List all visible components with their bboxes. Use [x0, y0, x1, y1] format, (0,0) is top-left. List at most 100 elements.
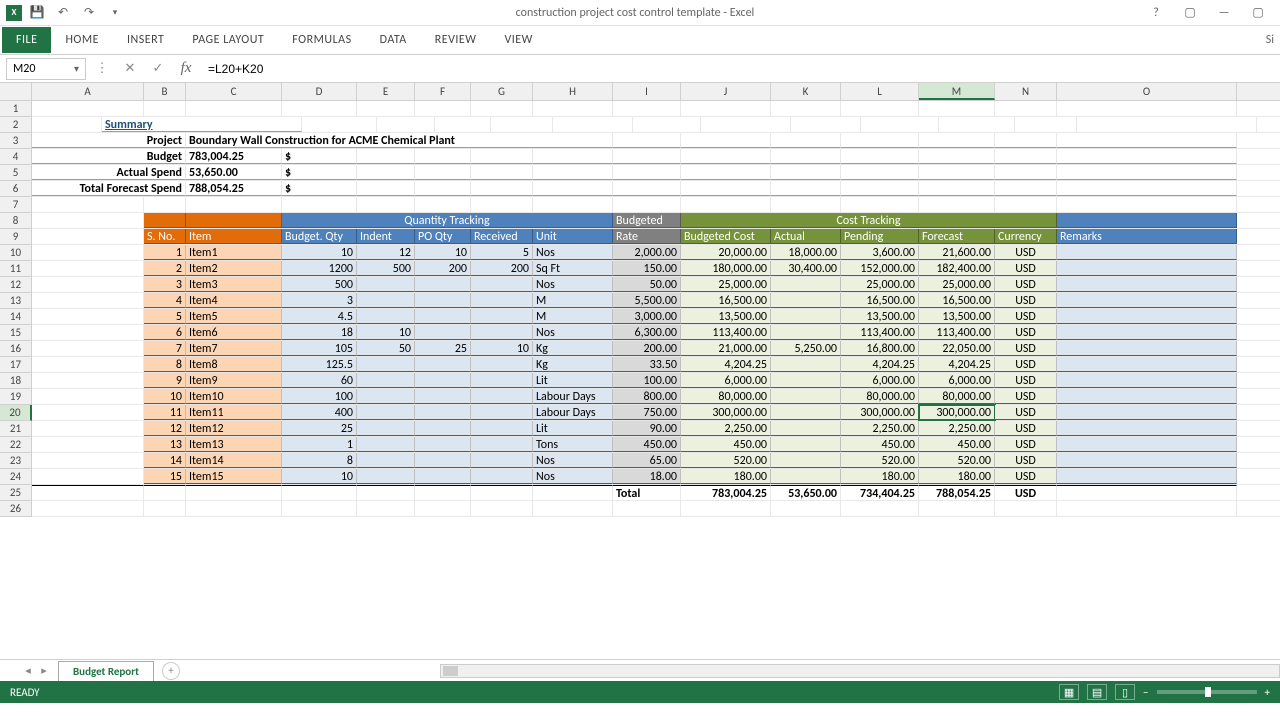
- cell[interactable]: [841, 133, 919, 148]
- data-cell[interactable]: 16,500.00: [681, 293, 771, 308]
- data-cell[interactable]: [471, 453, 533, 468]
- cell[interactable]: [681, 101, 771, 116]
- cell[interactable]: 783,004.25: [681, 485, 771, 500]
- tab-review[interactable]: REVIEW: [421, 27, 491, 53]
- data-cell[interactable]: [357, 437, 415, 452]
- data-cell[interactable]: [1057, 453, 1237, 468]
- cell[interactable]: [681, 197, 771, 212]
- cell[interactable]: [613, 165, 681, 180]
- data-cell[interactable]: 3,000.00: [613, 309, 681, 324]
- cell[interactable]: [861, 117, 939, 132]
- data-cell[interactable]: 50: [357, 341, 415, 356]
- data-cell[interactable]: [415, 437, 471, 452]
- data-cell[interactable]: [471, 469, 533, 484]
- cell[interactable]: [533, 485, 613, 500]
- qat-dropdown-icon[interactable]: ▾: [104, 2, 126, 24]
- row-header-26[interactable]: 26: [0, 501, 32, 517]
- data-cell[interactable]: Item5: [186, 309, 282, 324]
- cell[interactable]: [32, 325, 144, 340]
- cell[interactable]: USD: [995, 485, 1057, 500]
- data-cell[interactable]: 100: [282, 389, 357, 404]
- data-cell[interactable]: Item1: [186, 245, 282, 260]
- cell[interactable]: [186, 101, 282, 116]
- fx-icon[interactable]: fx: [174, 58, 198, 80]
- row-header-5[interactable]: 5: [0, 165, 32, 181]
- row-header-11[interactable]: 11: [0, 261, 32, 277]
- cell[interactable]: [939, 117, 1015, 132]
- data-cell[interactable]: 10: [144, 389, 186, 404]
- data-cell[interactable]: USD: [995, 325, 1057, 340]
- data-cell[interactable]: 13,500.00: [841, 309, 919, 324]
- row-header-17[interactable]: 17: [0, 357, 32, 373]
- cell[interactable]: [32, 229, 144, 244]
- data-cell[interactable]: 100.00: [613, 373, 681, 388]
- cell[interactable]: [32, 341, 144, 356]
- data-cell[interactable]: 5,250.00: [771, 341, 841, 356]
- row-header-13[interactable]: 13: [0, 293, 32, 309]
- cell[interactable]: [32, 421, 144, 436]
- data-cell[interactable]: [357, 373, 415, 388]
- cell[interactable]: [32, 357, 144, 372]
- row-header-7[interactable]: 7: [0, 197, 32, 213]
- data-cell[interactable]: Item14: [186, 453, 282, 468]
- col-header-J[interactable]: J: [681, 83, 771, 100]
- data-cell[interactable]: [1057, 421, 1237, 436]
- col-header-H[interactable]: H: [533, 83, 613, 100]
- data-cell[interactable]: Sq Ft: [533, 261, 613, 276]
- cell[interactable]: [144, 101, 186, 116]
- cell[interactable]: [32, 469, 144, 484]
- data-cell[interactable]: 2,000.00: [613, 245, 681, 260]
- data-cell[interactable]: Lit: [533, 373, 613, 388]
- data-cell[interactable]: 1: [144, 245, 186, 260]
- cell[interactable]: [681, 165, 771, 180]
- cell[interactable]: [701, 117, 791, 132]
- cell[interactable]: [282, 501, 357, 516]
- data-cell[interactable]: [415, 277, 471, 292]
- data-cell[interactable]: [357, 293, 415, 308]
- data-cell[interactable]: [1057, 357, 1237, 372]
- data-cell[interactable]: Tons: [533, 437, 613, 452]
- data-cell[interactable]: Kg: [533, 341, 613, 356]
- data-cell[interactable]: 10: [415, 245, 471, 260]
- data-cell[interactable]: [357, 453, 415, 468]
- cell[interactable]: [32, 405, 144, 420]
- row-header-8[interactable]: 8: [0, 213, 32, 229]
- cell[interactable]: [533, 197, 613, 212]
- cell[interactable]: [1057, 181, 1237, 196]
- data-cell[interactable]: [471, 421, 533, 436]
- col-header-O[interactable]: O: [1057, 83, 1237, 100]
- cell[interactable]: [357, 165, 415, 180]
- data-cell[interactable]: 18,000.00: [771, 245, 841, 260]
- col-header-I[interactable]: I: [613, 83, 681, 100]
- row-header-20[interactable]: 20: [0, 405, 32, 421]
- data-cell[interactable]: USD: [995, 341, 1057, 356]
- tab-home[interactable]: HOME: [51, 27, 113, 53]
- data-cell[interactable]: [1057, 437, 1237, 452]
- cell[interactable]: [681, 181, 771, 196]
- data-cell[interactable]: Item2: [186, 261, 282, 276]
- cell[interactable]: [613, 101, 681, 116]
- cell[interactable]: [415, 165, 471, 180]
- data-cell[interactable]: 65.00: [613, 453, 681, 468]
- cell[interactable]: [357, 101, 415, 116]
- data-cell[interactable]: USD: [995, 437, 1057, 452]
- data-cell[interactable]: [471, 277, 533, 292]
- data-cell[interactable]: 6,300.00: [613, 325, 681, 340]
- ribbon-options-icon[interactable]: ▢: [1178, 3, 1202, 23]
- data-cell[interactable]: [1057, 469, 1237, 484]
- data-cell[interactable]: Item4: [186, 293, 282, 308]
- data-cell[interactable]: [357, 357, 415, 372]
- cell[interactable]: [144, 485, 186, 500]
- data-cell[interactable]: 5,500.00: [613, 293, 681, 308]
- row-header-9[interactable]: 9: [0, 229, 32, 245]
- data-cell[interactable]: 8: [144, 357, 186, 372]
- data-cell[interactable]: Item7: [186, 341, 282, 356]
- cell[interactable]: [919, 101, 995, 116]
- cell[interactable]: [633, 117, 701, 132]
- data-cell[interactable]: 152,000.00: [841, 261, 919, 276]
- data-cell[interactable]: [1057, 405, 1237, 420]
- cell[interactable]: [919, 133, 995, 148]
- tab-insert[interactable]: INSERT: [113, 27, 178, 53]
- cell[interactable]: [533, 149, 613, 164]
- row-header-19[interactable]: 19: [0, 389, 32, 405]
